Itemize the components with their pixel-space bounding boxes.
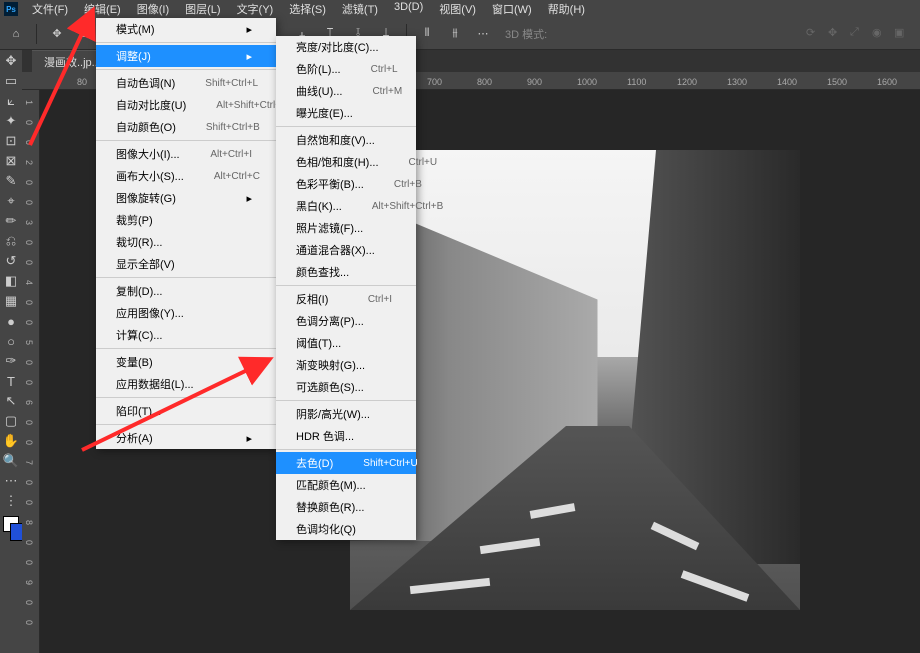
- menu-1[interactable]: 编辑(E): [76, 0, 129, 19]
- menu-item[interactable]: 反相(I)Ctrl+I: [276, 288, 416, 310]
- menu-item[interactable]: 照片滤镜(F)...: [276, 217, 416, 239]
- menu-item[interactable]: 显示全部(V): [96, 253, 276, 275]
- pen-tool[interactable]: ✑: [0, 352, 22, 370]
- menu-10[interactable]: 帮助(H): [540, 0, 593, 19]
- distribute-h-icon[interactable]: ⫴: [415, 22, 439, 46]
- move-tool-icon[interactable]: ✥: [45, 22, 69, 46]
- menu-item[interactable]: HDR 色调...: [276, 425, 416, 447]
- menu-item[interactable]: 模式(M)▸: [96, 18, 276, 40]
- more-icon[interactable]: ⋯: [471, 22, 495, 46]
- menu-0[interactable]: 文件(F): [24, 0, 76, 19]
- menu-item[interactable]: 阈值(T)...: [276, 332, 416, 354]
- mode3d-label: 3D 模式:: [505, 26, 547, 42]
- menu-item[interactable]: 自动颜色(O)Shift+Ctrl+B: [96, 116, 276, 138]
- ruler-vertical: 100200300400500600700800900: [22, 90, 40, 653]
- menu-item[interactable]: 变量(B)▸: [96, 351, 276, 373]
- menu-4[interactable]: 文字(Y): [229, 0, 282, 19]
- more-tools[interactable]: ⋯: [0, 472, 22, 490]
- menu-6[interactable]: 滤镜(T): [334, 0, 386, 19]
- pan-icon[interactable]: ✥: [828, 26, 844, 42]
- blur-tool[interactable]: ●: [0, 312, 22, 330]
- menu-item[interactable]: 自动色调(N)Shift+Ctrl+L: [96, 72, 276, 94]
- type-tool[interactable]: T: [0, 372, 22, 390]
- menu-item[interactable]: 去色(D)Shift+Ctrl+U: [276, 452, 416, 474]
- menu-5[interactable]: 选择(S): [281, 0, 334, 19]
- menu-item[interactable]: 裁剪(P): [96, 209, 276, 231]
- menu-item[interactable]: 亮度/对比度(C)...: [276, 36, 416, 58]
- menu-item[interactable]: 图像旋转(G)▸: [96, 187, 276, 209]
- auto-select-check[interactable]: ☐: [73, 22, 97, 46]
- left-toolbar: ✥ ▭ ⟀ ✦ ⊡ ⊠ ✎ ⌖ ✏ ⎌ ↺ ◧ ▦ ● ○ ✑ T ↖ ▢ ✋ …: [0, 50, 22, 653]
- canvas-image: [350, 150, 800, 610]
- edit-toolbar[interactable]: ⋮: [0, 492, 22, 510]
- menu-item[interactable]: 图像大小(I)...Alt+Ctrl+I: [96, 143, 276, 165]
- orbit-icon[interactable]: ⟳: [806, 26, 822, 42]
- zoom-icon[interactable]: ⤢: [850, 26, 866, 42]
- menu-item[interactable]: 裁切(R)...: [96, 231, 276, 253]
- crop-tool[interactable]: ⊡: [0, 132, 22, 150]
- menu-item[interactable]: 应用图像(Y)...: [96, 302, 276, 324]
- menu-item[interactable]: 渐变映射(G)...: [276, 354, 416, 376]
- hand-tool[interactable]: ✋: [0, 432, 22, 450]
- menu-item[interactable]: 自然饱和度(V)...: [276, 129, 416, 151]
- menu-item[interactable]: 黑白(K)...Alt+Shift+Ctrl+B: [276, 195, 416, 217]
- menu-item[interactable]: 匹配颜色(M)...: [276, 474, 416, 496]
- shape-tool[interactable]: ▢: [0, 412, 22, 430]
- menu-item[interactable]: 曲线(U)...Ctrl+M: [276, 80, 416, 102]
- menu-item[interactable]: 通道混合器(X)...: [276, 239, 416, 261]
- menu-item[interactable]: 色相/饱和度(H)...Ctrl+U: [276, 151, 416, 173]
- menu-item[interactable]: 自动对比度(U)Alt+Shift+Ctrl+L: [96, 94, 276, 116]
- menu-item[interactable]: 计算(C)...: [96, 324, 276, 346]
- zoom-tool[interactable]: 🔍: [0, 452, 22, 470]
- gradient-tool[interactable]: ▦: [0, 292, 22, 310]
- frame-tool[interactable]: ⊠: [0, 152, 22, 170]
- image-menu-dropdown: 模式(M)▸ 调整(J)▸ 自动色调(N)Shift+Ctrl+L自动对比度(U)A…: [96, 18, 276, 449]
- menubar: Ps 文件(F)编辑(E)图像(I)图层(L)文字(Y)选择(S)滤镜(T)3D…: [0, 0, 920, 18]
- adjustments-submenu: 亮度/对比度(C)...色阶(L)...Ctrl+L曲线(U)...Ctrl+M…: [276, 36, 416, 540]
- menu-item[interactable]: 复制(D)...: [96, 280, 276, 302]
- menu-9[interactable]: 窗口(W): [484, 0, 540, 19]
- menu-2[interactable]: 图像(I): [129, 0, 177, 19]
- light-icon[interactable]: ◉: [872, 26, 888, 42]
- magic-wand-tool[interactable]: ✦: [0, 112, 22, 130]
- menu-8[interactable]: 视图(V): [431, 0, 484, 19]
- app-icon: Ps: [4, 2, 18, 16]
- menu-item[interactable]: 调整(J)▸: [96, 45, 276, 67]
- menu-item[interactable]: 分析(A)▸: [96, 427, 276, 449]
- stamp-tool[interactable]: ⎌: [0, 232, 22, 250]
- marquee-tool[interactable]: ▭: [0, 72, 22, 90]
- healing-tool[interactable]: ⌖: [0, 192, 22, 210]
- menu-item[interactable]: 替换颜色(R)...: [276, 496, 416, 518]
- move-tool[interactable]: ✥: [0, 52, 22, 70]
- dodge-tool[interactable]: ○: [0, 332, 22, 350]
- menu-item[interactable]: 画布大小(S)...Alt+Ctrl+C: [96, 165, 276, 187]
- menu-item[interactable]: 曝光度(E)...: [276, 102, 416, 124]
- lasso-tool[interactable]: ⟀: [0, 92, 22, 110]
- menu-item[interactable]: 色调均化(Q): [276, 518, 416, 540]
- distribute-v-icon[interactable]: ⫵: [443, 22, 467, 46]
- menu-item[interactable]: 色阶(L)...Ctrl+L: [276, 58, 416, 80]
- path-tool[interactable]: ↖: [0, 392, 22, 410]
- color-swatch[interactable]: [3, 516, 19, 532]
- menu-item[interactable]: 色彩平衡(B)...Ctrl+B: [276, 173, 416, 195]
- camera-icon[interactable]: ▣: [894, 26, 910, 42]
- eyedropper-tool[interactable]: ✎: [0, 172, 22, 190]
- brush-tool[interactable]: ✏: [0, 212, 22, 230]
- history-brush-tool[interactable]: ↺: [0, 252, 22, 270]
- menu-item[interactable]: 应用数据组(L)...: [96, 373, 276, 395]
- menu-item[interactable]: 可选颜色(S)...: [276, 376, 416, 398]
- menu-item[interactable]: 陷印(T)...: [96, 400, 276, 422]
- home-icon[interactable]: ⌂: [4, 22, 28, 46]
- menu-item[interactable]: 颜色查找...: [276, 261, 416, 283]
- menu-item[interactable]: 色调分离(P)...: [276, 310, 416, 332]
- menu-item[interactable]: 阴影/高光(W)...: [276, 403, 416, 425]
- menu-3[interactable]: 图层(L): [177, 0, 228, 19]
- menu-7[interactable]: 3D(D): [386, 0, 431, 19]
- eraser-tool[interactable]: ◧: [0, 272, 22, 290]
